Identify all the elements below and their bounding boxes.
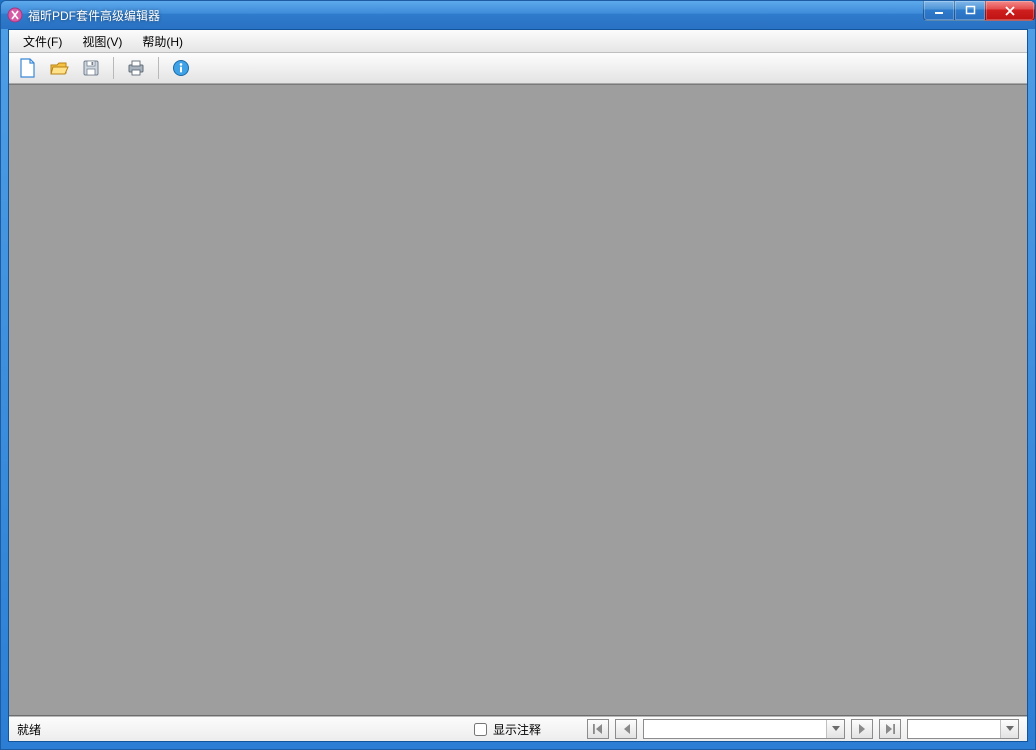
menu-file[interactable]: 文件(F)	[13, 31, 72, 52]
new-file-button[interactable]	[15, 56, 39, 80]
chevron-down-icon	[832, 726, 840, 732]
save-file-icon	[82, 59, 100, 77]
close-button[interactable]	[985, 1, 1035, 21]
menu-bar: 文件(F) 视图(V) 帮助(H)	[9, 30, 1027, 53]
prev-page-button[interactable]	[615, 719, 637, 739]
menu-view[interactable]: 视图(V)	[72, 31, 132, 52]
page-combo[interactable]	[643, 719, 845, 739]
maximize-button[interactable]	[954, 1, 986, 21]
status-bar: 就绪 显示注释	[9, 716, 1027, 741]
first-page-button[interactable]	[587, 719, 609, 739]
minimize-button[interactable]	[923, 1, 955, 21]
prev-page-icon	[622, 724, 631, 734]
window-controls	[924, 1, 1035, 21]
open-file-button[interactable]	[47, 56, 71, 80]
window-title: 福昕PDF套件高级编辑器	[28, 7, 160, 24]
menu-help[interactable]: 帮助(H)	[132, 31, 193, 52]
status-ready-label: 就绪	[17, 721, 41, 738]
print-button[interactable]	[124, 56, 148, 80]
toolbar	[9, 53, 1027, 84]
zoom-combo-dropdown[interactable]	[1000, 720, 1018, 738]
chevron-down-icon	[1006, 726, 1014, 732]
open-file-icon	[49, 59, 69, 77]
show-annotations-toggle[interactable]: 显示注释	[470, 720, 541, 739]
title-bar: 福昕PDF套件高级编辑器	[1, 1, 1035, 29]
save-file-button[interactable]	[79, 56, 103, 80]
first-page-icon	[593, 724, 603, 734]
info-button[interactable]	[169, 56, 193, 80]
next-page-button[interactable]	[851, 719, 873, 739]
last-page-icon	[885, 724, 895, 734]
info-icon	[172, 59, 190, 77]
show-annotations-label: 显示注释	[493, 721, 541, 738]
zoom-combo[interactable]	[907, 719, 1019, 739]
print-icon	[126, 59, 146, 77]
toolbar-separator	[113, 57, 114, 79]
client-area: 文件(F) 视图(V) 帮助(H)	[8, 29, 1028, 742]
new-file-icon	[18, 58, 36, 78]
page-combo-dropdown[interactable]	[826, 720, 844, 738]
last-page-button[interactable]	[879, 719, 901, 739]
toolbar-separator	[158, 57, 159, 79]
next-page-icon	[858, 724, 867, 734]
app-icon	[7, 7, 23, 23]
app-window: 福昕PDF套件高级编辑器 文件(F) 视图(V) 帮助(H)	[0, 0, 1036, 750]
show-annotations-checkbox[interactable]	[474, 723, 487, 736]
document-area	[9, 84, 1027, 716]
